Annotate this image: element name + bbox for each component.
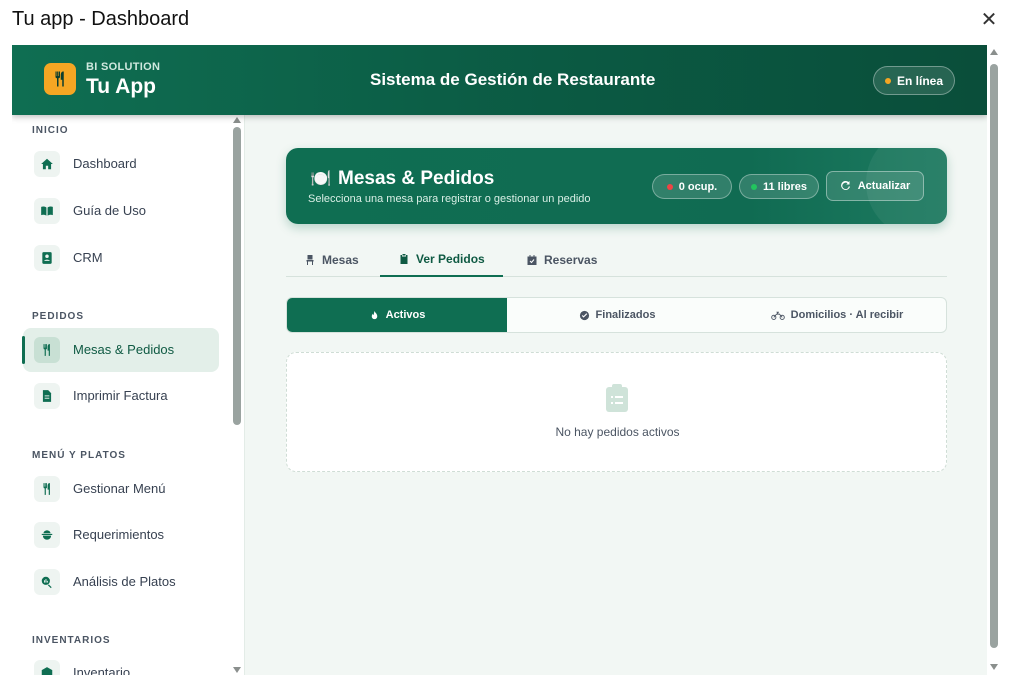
tab-label: Ver Pedidos bbox=[416, 252, 485, 266]
refresh-button[interactable]: Actualizar bbox=[826, 171, 924, 201]
tab-reservas[interactable]: Reservas bbox=[508, 243, 615, 277]
chair-icon bbox=[306, 255, 314, 265]
free-dot-icon bbox=[750, 183, 757, 190]
refresh-icon bbox=[840, 180, 850, 190]
close-icon[interactable]: ✕ bbox=[978, 8, 1000, 31]
banner-title: Mesas & Pedidos bbox=[338, 168, 495, 189]
sidebar-section-inventarios: INVENTARIOS bbox=[32, 635, 111, 646]
tab-label: Reservas bbox=[544, 253, 598, 267]
occupied-badge: 0 ocup. bbox=[652, 174, 732, 199]
sidebar-item-label: Requerimientos bbox=[73, 527, 165, 542]
subtab-finalizados[interactable]: Finalizados bbox=[507, 298, 727, 332]
book-icon bbox=[34, 198, 60, 224]
clipboard-icon bbox=[400, 254, 408, 264]
status-badge: En línea bbox=[873, 66, 955, 95]
sidebar-item-label: Imprimir Factura bbox=[73, 388, 168, 403]
sidebar-item-mesas-pedidos[interactable]: Mesas & Pedidos bbox=[22, 328, 219, 372]
sidebar: INICIO Dashboard Guía de Uso CRM PEDIDOS… bbox=[12, 115, 245, 675]
scroll-up-arrow-icon[interactable] bbox=[233, 117, 241, 123]
sidebar-item-dashboard[interactable]: Dashboard bbox=[23, 142, 219, 186]
plate-icon: 🍽️ bbox=[310, 169, 332, 188]
sidebar-section-menu: MENÚ Y PLATOS bbox=[32, 450, 126, 461]
home-icon bbox=[34, 151, 60, 177]
main-scroll-up-arrow-icon[interactable] bbox=[990, 49, 998, 55]
sidebar-item-label: Mesas & Pedidos bbox=[73, 342, 175, 357]
sidebar-section-inicio: INICIO bbox=[32, 125, 69, 136]
calendar-check-icon bbox=[527, 255, 537, 265]
app-header: BI SOLUTION Tu App Sistema de Gestión de… bbox=[12, 45, 987, 115]
clipboard-list-icon bbox=[606, 384, 628, 412]
sidebar-item-label: Guía de Uso bbox=[73, 203, 146, 218]
app-viewport: BI SOLUTION Tu App Sistema de Gestión de… bbox=[12, 45, 987, 675]
check-circle-icon bbox=[579, 310, 589, 320]
sidebar-scroll-thumb[interactable] bbox=[233, 127, 241, 425]
motorcycle-icon bbox=[770, 311, 785, 320]
refresh-label: Actualizar bbox=[857, 180, 911, 192]
view-tabs: Mesas Ver Pedidos Reservas bbox=[286, 243, 947, 277]
sidebar-item-label: Inventario bbox=[73, 665, 131, 675]
tab-label: Mesas bbox=[322, 253, 359, 267]
sidebar-item-imprimir-factura[interactable]: Imprimir Factura bbox=[23, 374, 219, 418]
subtab-label: Activos bbox=[385, 309, 426, 321]
free-badge: 11 libres bbox=[739, 174, 819, 199]
brand-name: Tu App bbox=[86, 75, 156, 98]
occupied-count: 0 ocup. bbox=[678, 180, 718, 193]
sidebar-item-gestionar-menu[interactable]: Gestionar Menú bbox=[23, 467, 219, 511]
main-content: 🍽️ Mesas & Pedidos Selecciona una mesa p… bbox=[246, 115, 987, 675]
sidebar-item-inventario[interactable]: Inventario bbox=[23, 651, 219, 675]
section-banner: 🍽️ Mesas & Pedidos Selecciona una mesa p… bbox=[286, 148, 947, 224]
sidebar-item-requerimientos[interactable]: Requerimientos bbox=[23, 513, 219, 557]
subtab-label: Finalizados bbox=[595, 309, 656, 321]
document-icon bbox=[34, 383, 60, 409]
subtab-label: Domicilios · Al recibir bbox=[790, 309, 904, 321]
header-title: Sistema de Gestión de Restaurante bbox=[370, 70, 656, 89]
subtab-domicilios[interactable]: Domicilios · Al recibir bbox=[727, 298, 946, 332]
brand-subtitle: BI SOLUTION bbox=[86, 61, 161, 73]
fork-knife-icon bbox=[34, 337, 60, 363]
order-filter-tabs: Activos Finalizados Domicilios · Al reci… bbox=[286, 297, 947, 333]
main-scroll-thumb[interactable] bbox=[990, 64, 998, 648]
sidebar-section-pedidos: PEDIDOS bbox=[32, 311, 85, 322]
box-icon bbox=[34, 660, 60, 675]
sidebar-item-label: Gestionar Menú bbox=[73, 481, 166, 496]
sidebar-item-label: Análisis de Platos bbox=[73, 574, 176, 589]
sidebar-item-guia[interactable]: Guía de Uso bbox=[23, 189, 219, 233]
tab-ver-pedidos[interactable]: Ver Pedidos bbox=[380, 243, 503, 277]
scroll-down-arrow-icon[interactable] bbox=[233, 667, 241, 673]
main-scroll-down-arrow-icon[interactable] bbox=[990, 664, 998, 670]
free-count: 11 libres bbox=[762, 180, 808, 193]
fork-knife-icon bbox=[34, 476, 60, 502]
sidebar-item-label: Dashboard bbox=[73, 156, 137, 171]
banner-subtitle: Selecciona una mesa para registrar o ges… bbox=[308, 193, 591, 205]
contact-card-icon bbox=[34, 245, 60, 271]
status-dot-icon bbox=[884, 77, 891, 84]
pot-icon bbox=[34, 522, 60, 548]
empty-state: No hay pedidos activos bbox=[286, 352, 947, 472]
app-window: Tu app - Dashboard ✕ BI SOLUTION Tu App … bbox=[0, 0, 1010, 686]
occupied-dot-icon bbox=[666, 183, 673, 190]
window-title: Tu app - Dashboard bbox=[12, 8, 190, 30]
magnifier-chart-icon bbox=[34, 569, 60, 595]
tab-mesas[interactable]: Mesas bbox=[286, 243, 377, 277]
fork-knife-icon bbox=[44, 63, 76, 95]
fire-icon bbox=[371, 310, 377, 319]
status-text: En línea bbox=[896, 73, 943, 88]
sidebar-item-analisis-platos[interactable]: Análisis de Platos bbox=[23, 560, 219, 604]
sidebar-item-crm[interactable]: CRM bbox=[23, 236, 219, 280]
sidebar-item-label: CRM bbox=[73, 250, 103, 265]
empty-state-text: No hay pedidos activos bbox=[555, 425, 680, 439]
subtab-activos[interactable]: Activos bbox=[287, 298, 507, 332]
window-titlebar: Tu app - Dashboard ✕ bbox=[0, 0, 1010, 42]
